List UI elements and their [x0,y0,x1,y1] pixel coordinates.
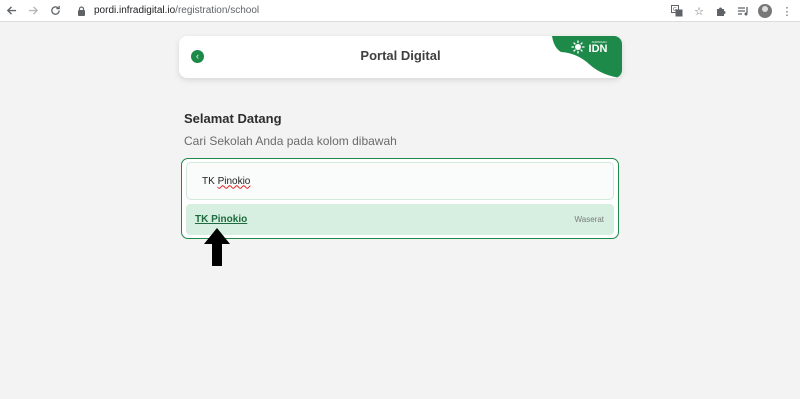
svg-text:G: G [673,7,677,13]
sun-logo-icon [571,40,585,54]
reload-icon [50,5,60,15]
url-path: /registration/school [175,5,260,16]
result-location: Waserat [574,215,605,224]
address-bar[interactable]: pordi.infradigital.io/registration/schoo… [74,2,704,20]
star-icon[interactable]: ☆ [692,4,706,18]
badge-big-text: IDN [589,43,608,55]
school-search-input[interactable]: TK Pinokio [186,162,614,200]
lock-icon [74,4,88,18]
puzzle-icon[interactable] [714,4,728,18]
browser-actions: G ☆ ⋮ [670,0,794,22]
arrow-left-icon [6,6,16,15]
forward-nav-button[interactable] [22,0,44,22]
idn-badge: JARINGAN IDN [552,36,622,78]
search-result-item[interactable]: TK Pinokio Waserat [186,204,614,235]
result-school-name[interactable]: TK Pinokio [195,214,247,225]
profile-avatar[interactable] [758,4,772,18]
reload-button[interactable] [44,0,66,22]
pointer-arrow-icon [204,228,230,266]
kebab-menu-icon[interactable]: ⋮ [780,4,794,18]
school-search-box: TK Pinokio TK Pinokio Waserat [181,158,619,239]
welcome-subtitle: Cari Sekolah Anda pada kolom dibawah [184,134,397,148]
browser-toolbar: pordi.infradigital.io/registration/schoo… [0,0,800,22]
playlist-icon[interactable] [736,4,750,18]
search-value-prefix: TK [202,175,218,187]
welcome-heading: Selamat Datang [184,111,282,126]
translate-icon[interactable]: G [670,4,684,18]
url-text: pordi.infradigital.io/registration/schoo… [94,5,259,16]
search-value-word: Pinokio [217,175,251,187]
back-nav-button[interactable] [0,0,22,22]
arrow-right-icon [28,6,38,15]
url-host: pordi.infradigital.io [94,5,176,16]
portal-header-card: ‹ Portal Digital JARINGAN IDN [179,36,622,78]
